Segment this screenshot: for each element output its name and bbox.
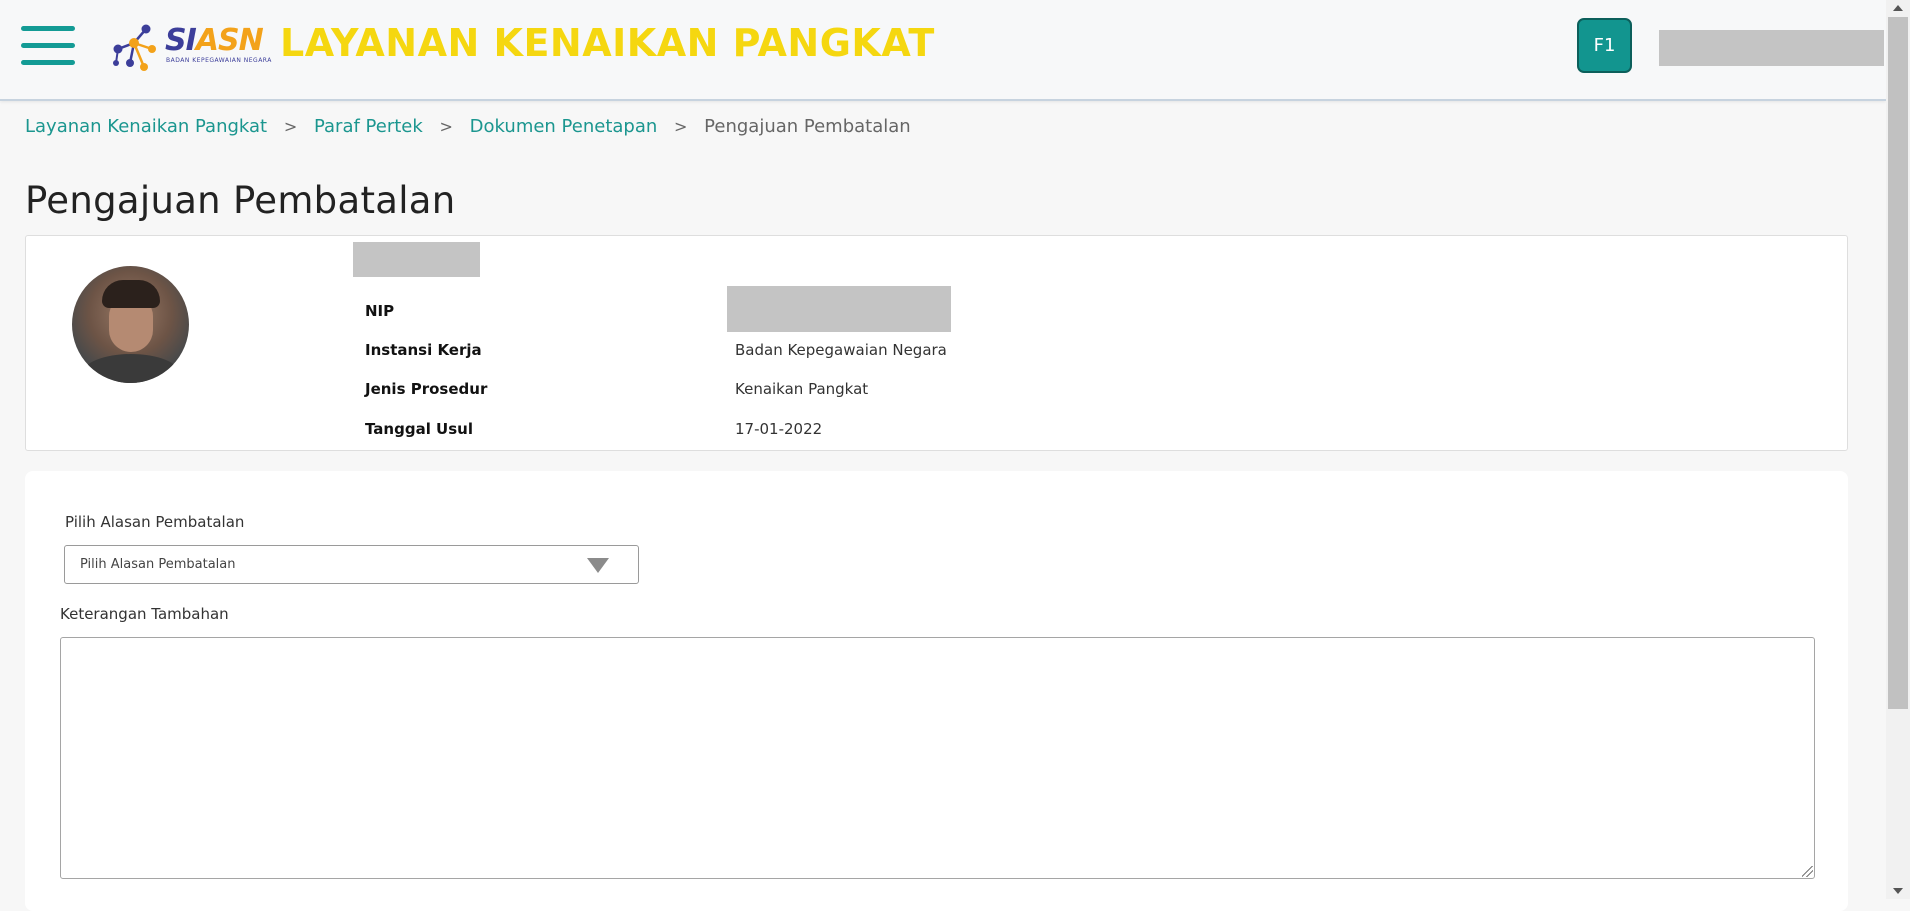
breadcrumb-separator: > — [674, 117, 688, 136]
instansi-kerja-label: Instansi Kerja — [365, 341, 482, 359]
employee-name-redacted — [353, 242, 480, 277]
scroll-down-arrow-icon[interactable] — [1893, 888, 1903, 894]
breadcrumb-link-layanan-kenaikan-pangkat[interactable]: Layanan Kenaikan Pangkat — [25, 116, 267, 137]
app-title: LAYANAN KENAIKAN PANGKAT — [280, 21, 935, 65]
photo-shoulders — [82, 354, 180, 383]
logo-subtitle: BADAN KEPEGAWAIAN NEGARA — [166, 57, 272, 64]
scroll-up-arrow-icon[interactable] — [1893, 5, 1903, 11]
notes-label: Keterangan Tambahan — [60, 605, 229, 623]
photo-hair — [102, 280, 160, 308]
menu-bar — [21, 43, 75, 48]
notes-textarea[interactable] — [60, 637, 1815, 879]
reason-label: Pilih Alasan Pembatalan — [65, 513, 245, 531]
user-avatar-button[interactable]: F1 — [1577, 18, 1632, 73]
nip-label: NIP — [365, 302, 395, 320]
profile-card: NIP Instansi Kerja Badan Kepegawaian Neg… — [25, 235, 1848, 451]
dropdown-arrow-icon — [587, 558, 609, 573]
breadcrumb-separator: > — [439, 117, 453, 136]
breadcrumb-separator: > — [283, 117, 298, 136]
page-title: Pengajuan Pembatalan — [25, 179, 456, 222]
jenis-prosedur-label: Jenis Prosedur — [365, 380, 488, 398]
network-people-logo-icon — [113, 24, 156, 71]
logo-wordmark: SIASN — [165, 23, 264, 58]
breadcrumb: Layanan Kenaikan Pangkat > Paraf Pertek … — [25, 116, 911, 137]
nip-value-redacted — [727, 286, 951, 332]
menu-bar — [21, 26, 75, 31]
siasn-logo[interactable]: SIASN BADAN KEPEGAWAIAN NEGARA — [108, 17, 271, 73]
breadcrumb-current: Pengajuan Pembatalan — [704, 116, 911, 137]
reason-select[interactable]: Pilih Alasan Pembatalan — [64, 545, 639, 584]
hamburger-menu-icon[interactable] — [21, 26, 75, 66]
breadcrumb-link-paraf-pertek[interactable]: Paraf Pertek — [314, 116, 423, 137]
vertical-scrollbar[interactable] — [1886, 0, 1910, 899]
user-name-redacted[interactable] — [1659, 30, 1884, 66]
tanggal-usul-label: Tanggal Usul — [365, 420, 473, 438]
tanggal-usul-value: 17-01-2022 — [735, 420, 823, 438]
resize-handle-icon[interactable] — [1802, 866, 1813, 877]
cancellation-form-card: Pilih Alasan Pembatalan Pilih Alasan Pem… — [25, 471, 1848, 911]
scrollbar-thumb[interactable] — [1888, 17, 1908, 709]
instansi-kerja-value: Badan Kepegawaian Negara — [735, 341, 947, 359]
menu-bar — [21, 60, 75, 65]
profile-photo — [72, 266, 189, 383]
reason-select-value: Pilih Alasan Pembatalan — [80, 557, 236, 572]
breadcrumb-link-dokumen-penetapan[interactable]: Dokumen Penetapan — [470, 116, 658, 137]
top-header: SIASN BADAN KEPEGAWAIAN NEGARA LAYANAN K… — [0, 0, 1886, 101]
jenis-prosedur-value: Kenaikan Pangkat — [735, 380, 869, 398]
